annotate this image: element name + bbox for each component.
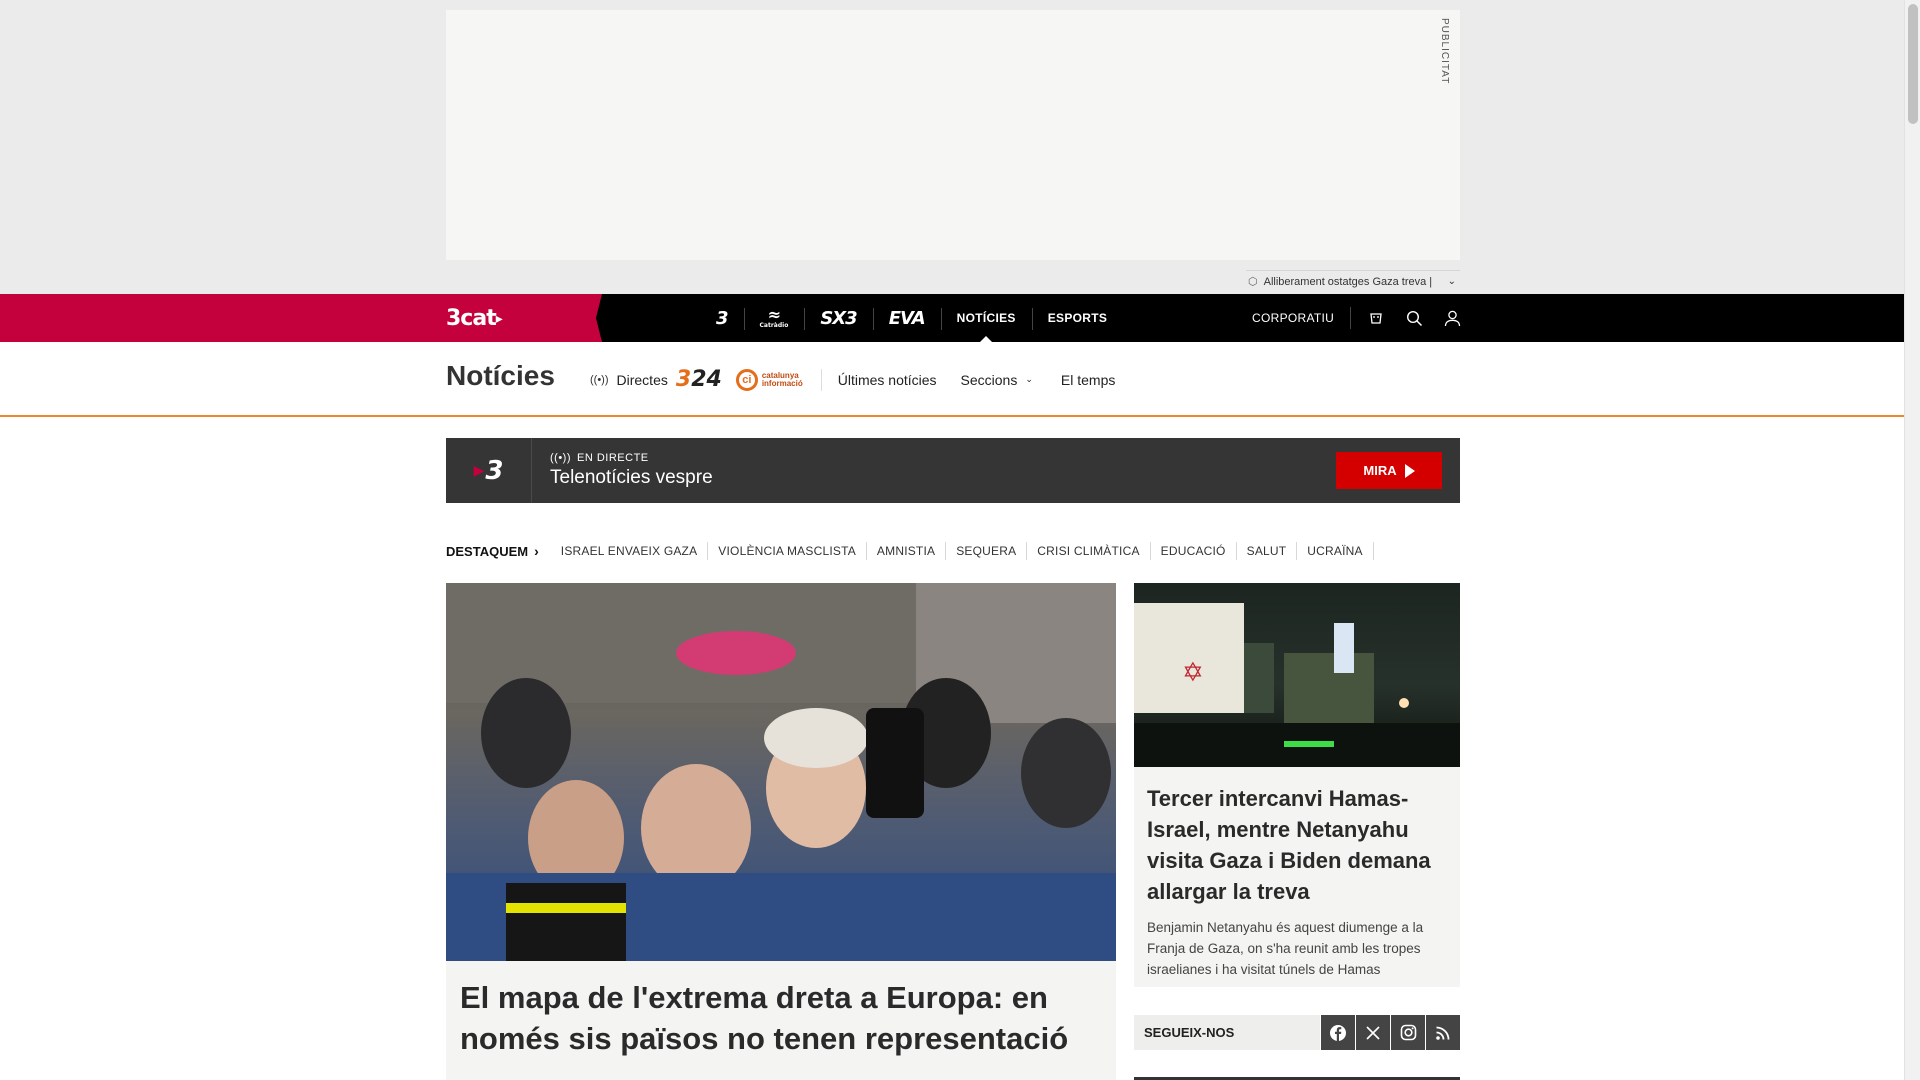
tag-link[interactable]: AMNISTIA (867, 542, 947, 560)
live-signal-icon: ((•)) (590, 373, 609, 386)
channel-catradio[interactable]: ≈ Catràdio (743, 294, 805, 342)
x-icon[interactable] (1356, 1015, 1390, 1050)
channel-noticies-label: NOTÍCIES (956, 311, 1016, 325)
channel-tv3-logo: 3 (716, 307, 728, 329)
corporatiu-link[interactable]: CORPORATIU (1240, 307, 1352, 329)
follow-label: SEGUEIX-NOS (1134, 1015, 1320, 1050)
instagram-icon[interactable] (1391, 1015, 1425, 1050)
mira-button[interactable]: MIRA (1336, 452, 1442, 489)
channel-noticies[interactable]: NOTÍCIES (940, 294, 1032, 342)
play-arrow-icon: ▶ (473, 462, 485, 479)
side-story-card[interactable]: ✡ Tercer intercanvi Hamas-Israel, mentre… (1134, 583, 1460, 987)
catalunya-informacio-logo[interactable]: ci catalunya informació (735, 368, 803, 391)
section-title[interactable]: Notícies (446, 360, 555, 392)
topnav-right: CORPORATIU (1240, 294, 1471, 342)
play-icon: ▸ (495, 311, 503, 327)
live-info: ((•)) EN DIRECTE Telenotícies vespre (532, 452, 713, 489)
live-status: ((•)) EN DIRECTE (550, 452, 713, 464)
catinfo-mark-icon: ci (735, 368, 758, 391)
seccions-label: Seccions (960, 371, 1018, 388)
ad-slot[interactable]: PUBLICITAT (446, 10, 1460, 260)
catradio-mark-icon: ≈ (767, 305, 781, 324)
rss-icon[interactable] (1426, 1015, 1460, 1050)
brand-text: 3cat (446, 306, 497, 331)
channel-esports[interactable]: ESPORTS (1031, 294, 1123, 342)
tag-link[interactable]: SALUT (1237, 542, 1298, 560)
channel-tv3[interactable]: 3 (700, 294, 744, 342)
play-icon (1404, 463, 1415, 478)
ultimes-noticies-link[interactable]: Últimes notícies (838, 372, 937, 388)
catinfo-line2: informació (761, 378, 803, 388)
tag-icon: ⬡ (1248, 276, 1258, 288)
brand-band (0, 294, 602, 342)
chevron-right-icon: › (534, 543, 539, 559)
crowd-selfie-illustration (446, 583, 1116, 961)
breaking-ticker[interactable]: ⬡ Alliberament ostatges Gaza treva | ⌄ (1246, 270, 1460, 292)
night-ambulance-illustration: ✡ (1134, 603, 1460, 767)
ad-band: PUBLICITAT ⬡ Alliberament ostatges Gaza … (0, 0, 1904, 294)
side-story-summary: Benjamin Netanyahu és aquest diumenge a … (1147, 920, 1424, 977)
live-status-label: EN DIRECTE (577, 452, 649, 464)
channel-eva-logo: EVA (888, 307, 926, 329)
tag-link[interactable]: SEQUERA (946, 542, 1028, 560)
live-banner[interactable]: ▶ 3 ((•)) EN DIRECTE Telenotícies vespre … (446, 438, 1460, 503)
live-channel-number: 3 (485, 455, 504, 486)
324-three: 3 (675, 367, 692, 392)
seccions-dropdown[interactable]: Seccions ⌄ (961, 372, 1033, 388)
destaquem-text: DESTAQUEM (446, 543, 529, 559)
user-icon[interactable] (1433, 294, 1471, 342)
destaquem-label[interactable]: DESTAQUEM › (446, 543, 539, 559)
channel-sx3-logo: SX3 (820, 307, 857, 329)
cart-icon[interactable] (1357, 294, 1395, 342)
side-story-headline[interactable]: Tercer intercanvi Hamas-Israel, mentre N… (1134, 767, 1460, 907)
page-scrollbar[interactable] (1904, 0, 1920, 1080)
svg-text:✡: ✡ (1182, 658, 1204, 688)
chevron-down-icon[interactable]: ⌄ (1448, 276, 1460, 287)
catradio-label: Catràdio (759, 322, 789, 329)
destaquem-bar: DESTAQUEM › ISRAEL ENVAEIX GAZA VIOLÈNCI… (446, 540, 1374, 562)
channel-sx3[interactable]: SX3 (804, 294, 872, 342)
section-bar: Notícies ((•)) Directes 3 24 ci catalunya… (0, 342, 1904, 417)
search-icon[interactable] (1395, 294, 1433, 342)
channel-eva[interactable]: EVA (872, 294, 941, 342)
tag-link[interactable]: UCRAÏNA (1297, 542, 1374, 560)
directes-label: Directes (616, 371, 668, 388)
top-navigation: 3cat▸ 3 ≈ Catràdio SX3 EVA NOTÍCIES ESPO… (0, 294, 1904, 342)
ticker-text: Alliberament ostatges Gaza treva | (1263, 275, 1433, 288)
directes-link[interactable]: ((•)) Directes (590, 372, 668, 388)
main-story-image[interactable] (446, 583, 1116, 961)
324-logo[interactable]: 3 24 (676, 367, 722, 392)
follow-bar: SEGUEIX-NOS (1134, 1015, 1460, 1050)
tag-link[interactable]: EDUCACIÓ (1151, 542, 1237, 560)
main-story-card[interactable]: El mapa de l'extrema dreta a Europa: en … (446, 583, 1116, 1080)
divider (820, 368, 822, 391)
live-programme: Telenotícies vespre (550, 467, 713, 488)
el-temps-link[interactable]: El temps (1061, 372, 1115, 388)
mira-label: MIRA (1363, 463, 1397, 478)
tag-link[interactable]: ISRAEL ENVAEIX GAZA (551, 542, 709, 560)
section-nav: ((•)) Directes 3 24 ci catalunya informac… (590, 342, 1139, 417)
324-24: 24 (691, 367, 722, 392)
catradio-logo: ≈ Catràdio (760, 307, 789, 329)
ad-label: PUBLICITAT (1439, 18, 1450, 85)
live-signal-icon: ((•)) (550, 452, 572, 464)
3cat-logo[interactable]: 3cat▸ (446, 306, 503, 331)
live-channel-logo: ▶ 3 (446, 438, 532, 503)
channel-esports-label: ESPORTS (1047, 311, 1108, 325)
chevron-down-icon: ⌄ (1025, 374, 1033, 384)
main-story-headline[interactable]: El mapa de l'extrema dreta a Europa: en … (446, 961, 1116, 1075)
tag-link[interactable]: VIOLÈNCIA MASCLISTA (708, 542, 867, 560)
catinfo-text: catalunya informació (761, 371, 803, 388)
facebook-icon[interactable] (1321, 1015, 1355, 1050)
channel-list: 3 ≈ Catràdio SX3 EVA NOTÍCIES ESPORTS (700, 294, 1123, 342)
scrollbar-thumb[interactable] (1908, 4, 1918, 124)
tag-link[interactable]: CRISI CLIMÀTICA (1027, 542, 1151, 560)
side-story-image[interactable]: ✡ (1134, 583, 1460, 767)
